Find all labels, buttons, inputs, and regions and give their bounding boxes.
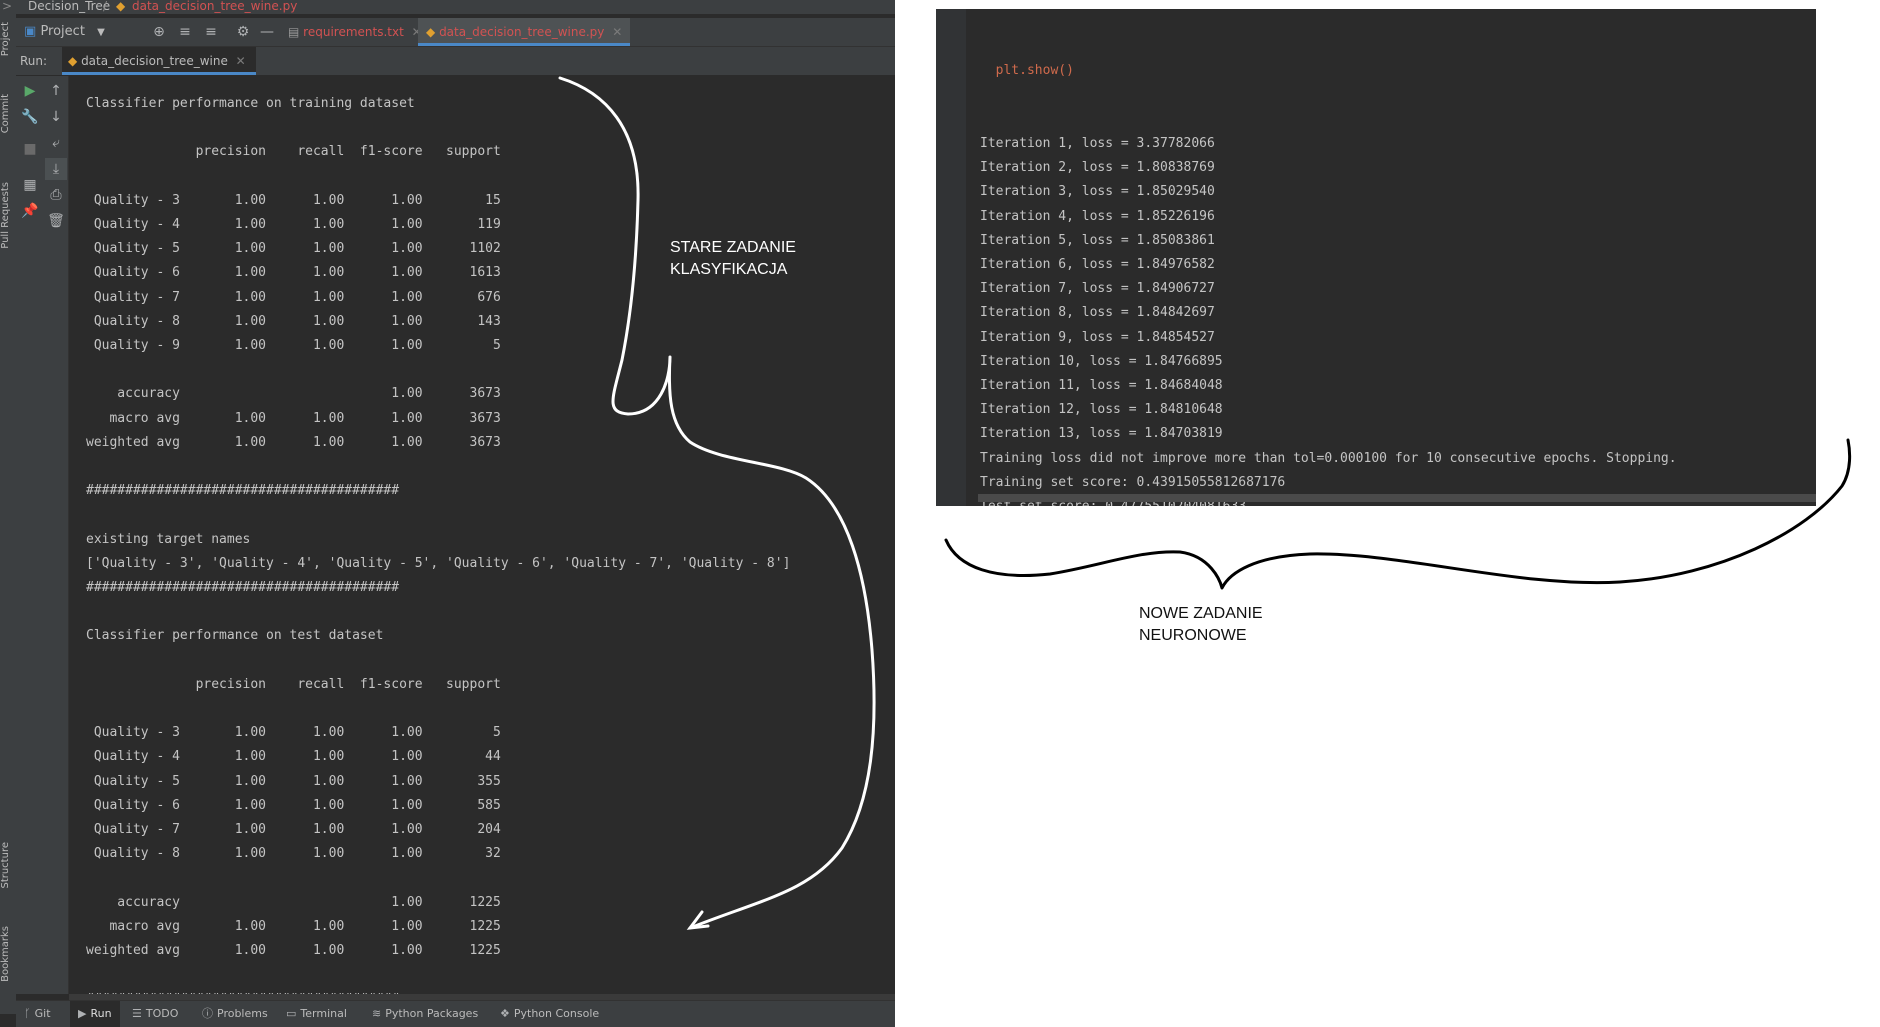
- annotation-old-task: STARE ZADANIE KLASYFIKACJA: [670, 239, 796, 278]
- brace-old-task: [558, 76, 876, 930]
- annotation-drawing: [558, 76, 1852, 930]
- brace-new-task: [944, 438, 1852, 590]
- annotation-new-task: NOWE ZADANIE NEURONOWE: [1139, 605, 1263, 644]
- arrowhead-old-task: [686, 910, 710, 930]
